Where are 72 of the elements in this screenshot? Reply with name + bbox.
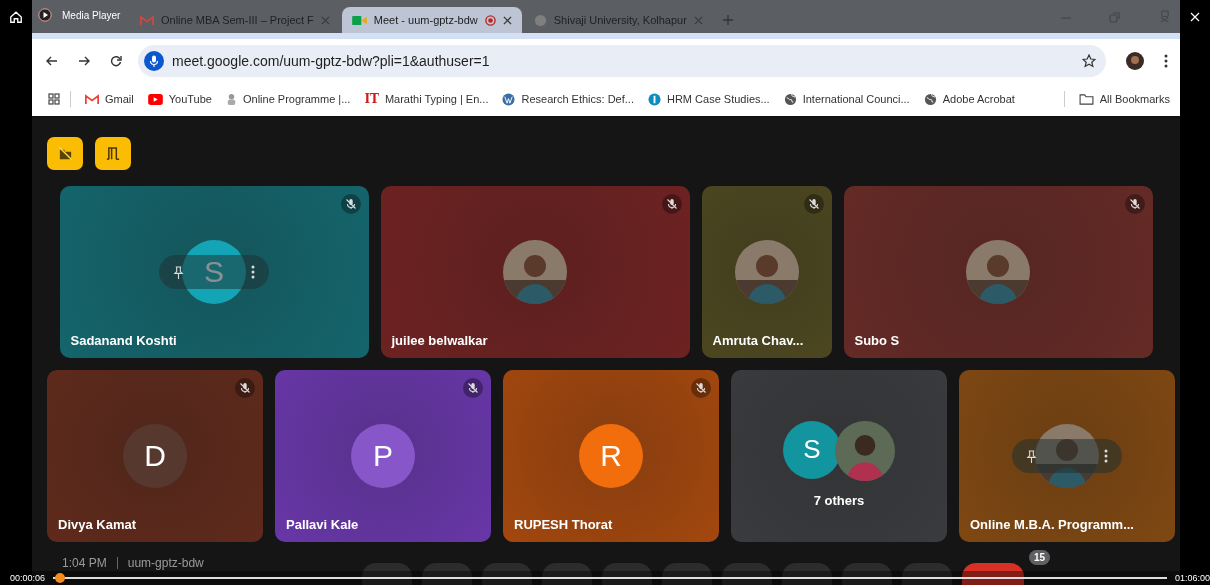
end-call-button[interactable] [962,563,1024,585]
participant-name: RUPESH Thorat [514,517,613,532]
more-icon[interactable] [251,265,255,279]
browser-tab[interactable]: Meet - uum-gptz-bdw [341,7,522,33]
reload-icon[interactable] [110,54,122,67]
video-icon [351,14,367,26]
logo-letters: IT [364,92,379,106]
more-icon[interactable] [1104,449,1108,463]
control-button[interactable] [542,563,592,585]
play-icon [38,8,52,22]
companion-mode-button[interactable] [47,137,83,170]
seek-bar[interactable] [53,571,1167,585]
participant-name: Pallavi Kale [286,517,359,532]
control-button[interactable] [842,563,892,585]
star-icon[interactable] [1082,53,1096,68]
seek-thumb[interactable] [55,573,66,583]
address-field[interactable]: meet.google.com/uum-gptz-bdw?pli=1&authuser=1 [138,44,1106,77]
control-button[interactable] [662,563,712,585]
pin-icon[interactable] [173,265,184,279]
home-icon[interactable] [9,10,23,24]
participant-name: Subo S [854,333,900,348]
apps-icon[interactable] [48,93,60,105]
bookmark[interactable]: Research Ethics: Def... [502,92,634,106]
bookmark[interactable]: International Counci... [783,92,910,106]
forward-icon[interactable] [78,54,90,67]
avatar: R [579,424,643,488]
participant-name: Amruta Chav... [712,333,804,348]
control-button[interactable] [722,563,772,585]
participant-name: Sadanand Koshti [70,333,177,348]
avatar: P [351,424,415,488]
control-button[interactable] [422,563,472,585]
play-icon [147,93,163,105]
bookmark[interactable]: Online Programme |... [225,92,351,106]
menu-icon[interactable] [1164,53,1168,68]
mail-icon [85,93,99,105]
bookmark[interactable]: YouTube [147,93,212,105]
bookmark[interactable]: IT Marathi Typing | En... [364,92,489,106]
elapsed-time: 00:00:06 [10,573,46,583]
count-badge: 15 [1028,550,1050,565]
control-button[interactable] [902,563,952,585]
bookmark[interactable]: Gmail [85,93,134,105]
tab-title: Online MBA Sem-III – Project F [161,14,314,26]
control-button[interactable] [782,563,832,585]
participant-name: juilee belwalkar [391,333,488,348]
leave-button[interactable] [95,137,131,170]
media-player-title: Media Player [38,8,121,22]
globe-icon [783,92,797,106]
avatar: S [182,240,246,304]
avatar: D [123,424,187,488]
globe-icon [923,92,937,106]
pin-icon[interactable] [1026,449,1037,463]
profile-avatar-icon[interactable] [1126,51,1144,70]
bookmark[interactable]: HRM Case Studies... [647,92,770,106]
control-button[interactable] [602,563,652,585]
others-count: 7 others [813,492,865,508]
all-bookmarks-button[interactable]: All Bookmarks [1078,93,1170,105]
microphone-icon [144,50,164,71]
tab-title: Shivaji University, Kolhapur [553,14,687,26]
bookmark[interactable]: Adobe Acrobat [923,92,1015,106]
control-button[interactable] [362,563,412,585]
participant-name: Online M.B.A. Programm... [970,517,1134,532]
mail-icon [140,14,154,26]
participant-name: Divya Kamat [58,517,137,532]
close-icon[interactable] [502,15,512,25]
tab-title: Meet - uum-gptz-bdw [373,14,478,26]
meeting-code: uum-gptz-bdw [127,556,204,570]
back-icon[interactable] [46,54,58,67]
meeting-time: 1:04 PM [62,556,107,570]
control-button[interactable] [482,563,532,585]
grid-off-icon [57,146,73,161]
total-time: 01:06:00 [1174,573,1210,583]
folder-icon [1078,93,1094,105]
